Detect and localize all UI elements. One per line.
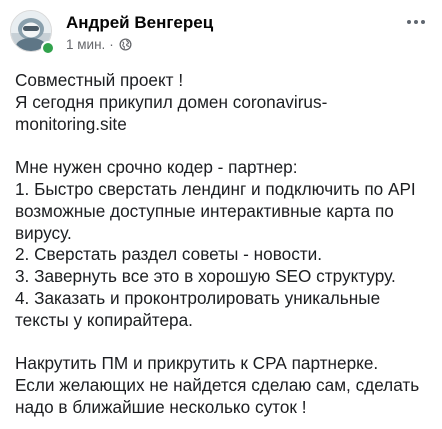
more-dot (414, 20, 418, 24)
post-body: Совместный проект ! Я сегодня прикупил д… (15, 70, 435, 419)
post-header: Андрей Венгерец 1 мин. · (10, 10, 430, 60)
meta-separator: · (109, 37, 114, 52)
more-dot (421, 20, 425, 24)
post-line: Мне нужен срочно кодер - партнер: (15, 157, 298, 178)
more-dot (407, 20, 411, 24)
post-time[interactable]: 1 мин. (66, 37, 105, 52)
post-line: тексты у копирайтера. (15, 309, 193, 330)
globe-icon[interactable] (119, 38, 132, 51)
more-options-icon[interactable] (402, 13, 430, 31)
author-name[interactable]: Андрей Венгерец (66, 13, 213, 33)
online-status-dot (41, 41, 55, 55)
post-line: 3. Завернуть все это в хорошую SEO струк… (15, 266, 396, 287)
post-line: возможные доступные интерактивные карта … (15, 200, 394, 221)
author-avatar[interactable] (10, 10, 55, 55)
post-line: Я сегодня прикупил домен coronavirus- (15, 91, 328, 112)
post-line: надо в ближайшие несколько суток ! (15, 396, 307, 417)
post-line: 1. Быстро сверстать лендинг и подключить… (15, 178, 416, 199)
post-line: 2. Сверстать раздел советы - новости. (15, 244, 323, 265)
facebook-post: Андрей Венгерец 1 мин. · Совместный прое… (0, 0, 442, 429)
post-line: Накрутить ПМ и прикрутить к СРА партнерк… (15, 353, 379, 374)
post-line: Если желающих не найдется сделаю сам, сд… (15, 375, 420, 396)
post-line: 4. Заказать и проконтролировать уникальн… (15, 287, 381, 308)
post-line: вирусу. (15, 222, 72, 243)
post-line: monitoring.site (15, 113, 127, 134)
post-meta: 1 мин. · (66, 37, 132, 52)
post-line: Совместный проект ! (15, 70, 184, 90)
